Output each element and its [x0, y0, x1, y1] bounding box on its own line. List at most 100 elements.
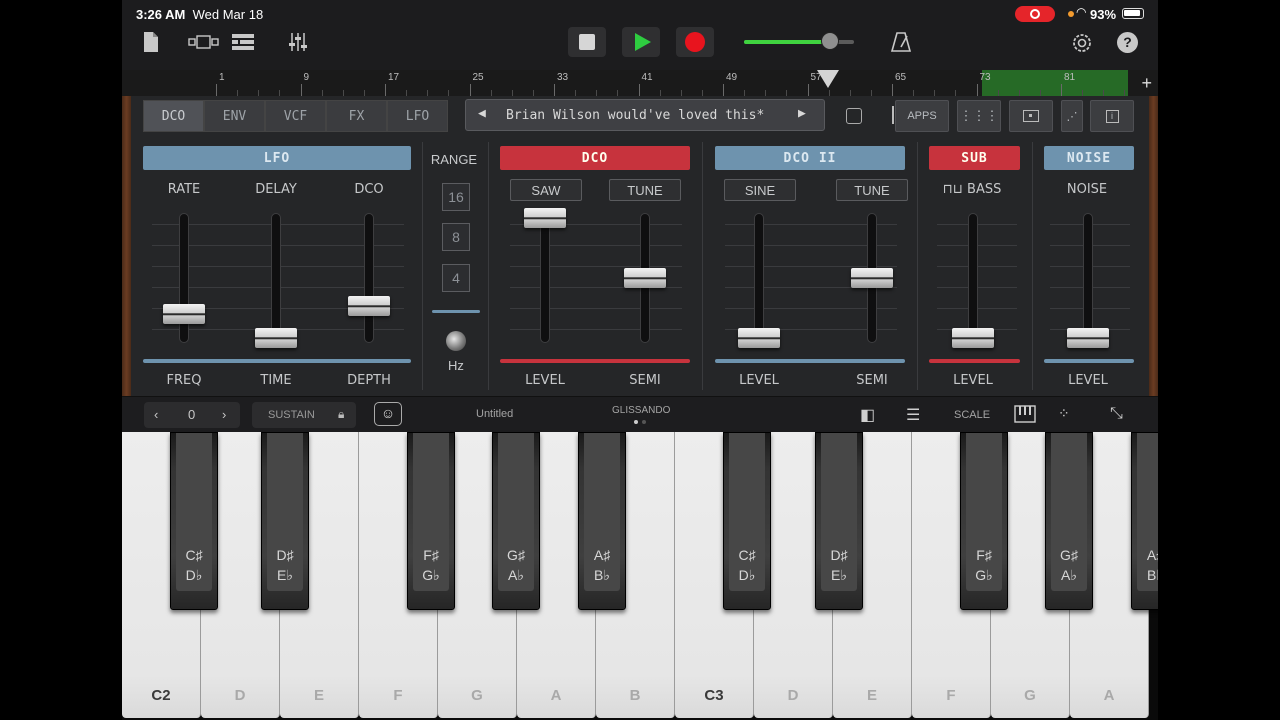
- playhead[interactable]: [817, 70, 839, 88]
- bass-level-slider-track[interactable]: [968, 213, 978, 343]
- metronome-icon[interactable]: [890, 31, 912, 53]
- tab-vcf[interactable]: VCF: [265, 100, 326, 132]
- arpeggio-dots-icon[interactable]: ⁘: [1058, 405, 1070, 422]
- black-key[interactable]: D♯ E♭: [261, 432, 309, 610]
- volume-knob[interactable]: [820, 32, 839, 50]
- noise-level-slider-track[interactable]: [1083, 213, 1093, 343]
- black-key-sharp: F♯: [976, 547, 992, 563]
- scale-button[interactable]: SCALE: [954, 409, 990, 421]
- stop-button[interactable]: [568, 27, 606, 57]
- browser-icon[interactable]: [188, 35, 220, 49]
- sine-level-slider-track[interactable]: [754, 213, 764, 343]
- tab-fx[interactable]: FX: [326, 100, 387, 132]
- noise-level-slider-handle[interactable]: [1067, 328, 1109, 348]
- black-key[interactable]: C♯ D♭: [723, 432, 771, 610]
- help-icon[interactable]: ?: [1117, 32, 1138, 53]
- ruler-bar-line: [723, 84, 724, 96]
- ruler-bar-line: [300, 84, 302, 96]
- dots-button[interactable]: ⋰: [1061, 100, 1083, 132]
- ruler-bar-label: 73: [979, 72, 991, 83]
- loop-region[interactable]: [982, 70, 1128, 96]
- range-16-button[interactable]: 16: [442, 183, 470, 211]
- page-dot-active: [634, 420, 638, 424]
- black-key[interactable]: A♯ B♭: [578, 432, 626, 610]
- octave-up-icon[interactable]: ›: [222, 407, 226, 422]
- sustain-label: SUSTAIN: [268, 409, 315, 421]
- glissando-label[interactable]: GLISSANDO: [612, 405, 670, 416]
- range-4-button[interactable]: 4: [442, 264, 470, 292]
- black-key[interactable]: G♯ A♭: [492, 432, 540, 610]
- range-8-button[interactable]: 8: [442, 223, 470, 251]
- rate-slider-handle[interactable]: [163, 304, 205, 324]
- arpeggiator-button[interactable]: ⋮⋮⋮: [957, 100, 1001, 132]
- black-key[interactable]: G♯ A♭: [1045, 432, 1093, 610]
- info-button[interactable]: i: [1090, 100, 1134, 132]
- chord-view-button[interactable]: [1009, 100, 1053, 132]
- tab-dco[interactable]: DCO: [143, 100, 204, 132]
- octave-down-icon[interactable]: ‹: [154, 407, 158, 422]
- sine-level-slider-handle[interactable]: [738, 328, 780, 348]
- dco-level-label: LEVEL: [525, 373, 565, 388]
- apps-button[interactable]: APPS: [895, 100, 949, 132]
- white-key-label: C2: [151, 687, 171, 704]
- saw-level-slider-handle[interactable]: [524, 208, 566, 228]
- keyboard-toolbar: ‹ 0 › SUSTAIN 🔒︎ ☺ Untitled GLISSANDO ◧ …: [122, 396, 1158, 432]
- black-key-flat: E♭: [831, 567, 847, 583]
- patch-selector[interactable]: ◀ Brian Wilson would've loved this* ▶: [465, 99, 825, 131]
- my-songs-icon[interactable]: [142, 31, 160, 53]
- sub-level-label: LEVEL: [953, 373, 993, 388]
- piano-keys-icon[interactable]: [1014, 405, 1036, 423]
- add-section-icon[interactable]: +: [1141, 73, 1152, 94]
- black-key-label: D♯ E♭: [262, 545, 308, 585]
- mixer-icon[interactable]: [288, 32, 308, 52]
- black-key[interactable]: A♯ B♭: [1131, 432, 1158, 610]
- delay-slider-handle[interactable]: [255, 328, 297, 348]
- timeline-ruler[interactable]: 1 9 17 25 33 41 49 57 65 73 81 +: [122, 70, 1158, 96]
- dco-depth-slider-track[interactable]: [364, 213, 374, 343]
- ruler-bar-label: 65: [895, 72, 907, 83]
- keyboard-settings-icon[interactable]: ☰: [906, 405, 920, 425]
- tune1-slider-handle[interactable]: [624, 268, 666, 288]
- black-key-flat: D♭: [185, 567, 203, 583]
- track-title: Untitled: [476, 408, 514, 420]
- dco-underline: [500, 359, 690, 363]
- noise-header: NOISE: [1044, 146, 1134, 170]
- sine-label: SINE: [724, 179, 796, 201]
- alchemy-synth-panel: DCO ENV VCF FX LFO ◀ Brian Wilson would'…: [122, 96, 1158, 396]
- saw-level-slider-track[interactable]: [540, 213, 550, 343]
- dco2-semi-label: SEMI: [856, 373, 888, 388]
- lock-icon[interactable]: 🔒︎: [338, 407, 344, 422]
- prev-patch-icon[interactable]: ◀: [478, 106, 486, 121]
- dco2-header: DCO II: [715, 146, 905, 170]
- ruler-bar-line: [554, 84, 555, 96]
- settings-gear-icon[interactable]: [1071, 32, 1093, 54]
- dco-semi-label: SEMI: [629, 373, 661, 388]
- ruler-bars: 1 9 17 25 33 41 49 57 65 73 81: [212, 70, 1142, 96]
- dco-depth-slider-handle[interactable]: [348, 295, 390, 316]
- play-button[interactable]: [622, 27, 660, 57]
- black-key-flat: B♭: [1147, 567, 1158, 583]
- divider-vertical: [488, 142, 489, 390]
- expand-icon[interactable]: ⤡: [1110, 405, 1123, 423]
- next-patch-icon[interactable]: ▶: [798, 106, 806, 121]
- octave-control: ‹ 0 ›: [144, 402, 240, 428]
- garageband-synth-screen: 3:26 AM Wed Mar 18 ◠ 93% ? 1 9 17 25 33 …: [122, 0, 1158, 720]
- black-key[interactable]: D♯ E♭: [815, 432, 863, 610]
- white-key-label: D: [787, 687, 799, 704]
- delay-slider-track[interactable]: [271, 213, 281, 343]
- split-keyboard-icon[interactable]: ◧: [860, 405, 875, 425]
- black-key[interactable]: F♯ G♭: [960, 432, 1008, 610]
- black-key-sharp: D♯: [830, 547, 848, 563]
- bass-level-slider-handle[interactable]: [952, 328, 994, 348]
- privacy-dot-icon: [1068, 11, 1074, 17]
- tune2-slider-handle[interactable]: [851, 268, 893, 288]
- tab-env[interactable]: ENV: [204, 100, 265, 132]
- tab-lfo[interactable]: LFO: [387, 100, 448, 132]
- sustain-button[interactable]: SUSTAIN 🔒︎: [252, 402, 356, 428]
- black-key[interactable]: F♯ G♭: [407, 432, 455, 610]
- black-key[interactable]: C♯ D♭: [170, 432, 218, 610]
- smart-controls-smile-icon[interactable]: ☺: [374, 402, 402, 426]
- tracks-view-icon[interactable]: [232, 33, 254, 51]
- randomize-dice-icon[interactable]: [846, 108, 862, 124]
- record-button[interactable]: [676, 27, 714, 57]
